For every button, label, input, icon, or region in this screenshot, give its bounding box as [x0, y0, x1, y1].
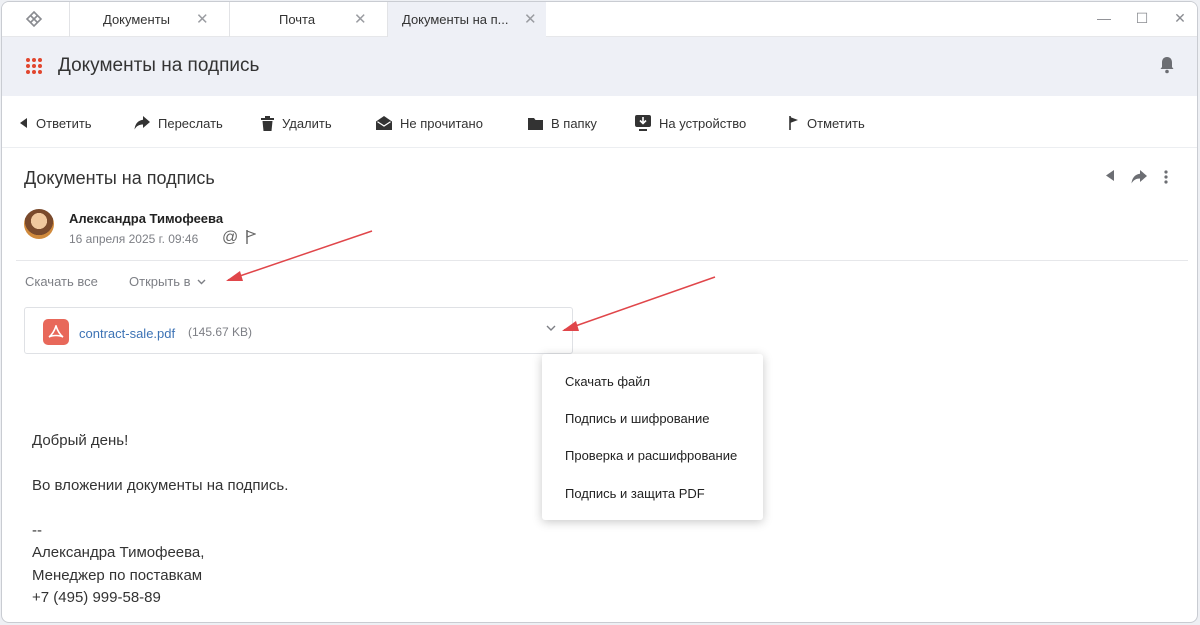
envelope-open-icon — [376, 116, 392, 130]
sent-date: 16 апреля 2025 г. 09:46 — [69, 232, 199, 246]
save-to-device-label: На устройство — [659, 115, 747, 131]
tab-documents[interactable]: Документы ✕ — [69, 2, 229, 37]
signature-separator: -- — [32, 522, 42, 539]
download-all-button[interactable]: Скачать все — [25, 274, 98, 289]
tab-signing-documents-label: Документы на п... — [402, 12, 509, 27]
move-to-folder-label: В папку — [551, 115, 597, 131]
menu-item-verify-decrypt[interactable]: Проверка и расшифрование — [565, 448, 737, 463]
reply-button[interactable]: Ответить — [20, 114, 92, 132]
reply-icon — [20, 118, 27, 128]
at-sign-icon[interactable]: @ — [222, 229, 238, 247]
bell-icon[interactable] — [1159, 56, 1175, 74]
chevron-down-icon[interactable] — [546, 325, 556, 332]
flag-button[interactable]: Отметить — [789, 114, 865, 132]
tab-mail-label: Почта — [279, 12, 316, 27]
mail-window: Документы ✕ Почта ✕ Документы на п... ✕ … — [1, 1, 1198, 623]
tab-close-icon[interactable]: ✕ — [196, 10, 209, 28]
mark-unread-label: Не прочитано — [400, 115, 483, 131]
body-greeting: Добрый день! — [32, 432, 129, 449]
folder-icon — [528, 117, 543, 130]
delete-button[interactable]: Удалить — [261, 114, 332, 132]
message-subject: Документы на подпись — [24, 168, 215, 188]
signature-phone: +7 (495) 999-58-89 — [32, 589, 161, 606]
maximize-icon[interactable]: ☐ — [1134, 10, 1150, 27]
page-header: Документы на подпись — [2, 37, 1197, 96]
divider — [16, 260, 1188, 261]
page-title: Документы на подпись — [58, 55, 260, 76]
avatar — [24, 209, 54, 239]
chevron-down-icon — [197, 279, 206, 284]
tab-signing-documents[interactable]: Документы на п... ✕ — [387, 2, 546, 37]
signature-name: Александра Тимофеева, — [32, 544, 205, 561]
tab-mail[interactable]: Почта ✕ — [229, 2, 387, 37]
flag-icon — [789, 116, 798, 130]
title-bar: Документы ✕ Почта ✕ Документы на п... ✕ … — [2, 2, 1197, 37]
close-window-icon[interactable]: ✕ — [1172, 10, 1188, 27]
forward-icon[interactable] — [1131, 170, 1147, 184]
flag-label: Отметить — [807, 115, 865, 131]
mark-unread-button[interactable]: Не прочитано — [376, 114, 483, 132]
attachment-file-name[interactable]: contract-sale.pdf — [79, 326, 175, 341]
reply-icon[interactable] — [1106, 170, 1115, 181]
forward-button[interactable]: Переслать — [134, 114, 223, 132]
signature-role: Менеджер по поставкам — [32, 567, 203, 584]
attachment-file-size: (145.67 KB) — [188, 325, 253, 339]
tab-close-icon[interactable]: ✕ — [354, 10, 367, 28]
tab-documents-label: Документы — [103, 12, 171, 27]
forward-icon — [134, 116, 150, 130]
tab-close-icon[interactable]: ✕ — [524, 10, 537, 28]
forward-label: Переслать — [158, 115, 223, 131]
download-to-device-icon — [635, 115, 651, 131]
apps-grid-icon[interactable] — [26, 58, 42, 74]
menu-item-sign-protect-pdf[interactable]: Подпись и защита PDF — [565, 486, 705, 501]
more-options-icon[interactable] — [1164, 170, 1168, 184]
attachment-actions-menu: Скачать файл Подпись и шифрование Провер… — [542, 354, 763, 520]
body-text: Во вложении документы на подпись. — [32, 477, 289, 494]
app-logo-icon — [25, 10, 43, 28]
menu-item-download-file[interactable]: Скачать файл — [565, 374, 650, 389]
sender-name[interactable]: Александра Тимофеева — [69, 211, 223, 226]
open-in-label: Открыть в — [129, 274, 191, 289]
move-to-folder-button[interactable]: В папку — [528, 114, 597, 132]
minimize-icon[interactable]: — — [1096, 10, 1112, 26]
trash-icon — [261, 115, 274, 131]
pdf-icon — [43, 319, 69, 345]
menu-item-sign-encrypt[interactable]: Подпись и шифрование — [565, 411, 709, 426]
reply-label: Ответить — [36, 115, 92, 131]
open-in-button[interactable]: Открыть в — [129, 274, 206, 289]
flag-icon[interactable] — [246, 230, 256, 244]
attachment-card[interactable]: contract-sale.pdf (145.67 KB) — [24, 307, 573, 354]
message-toolbar: Ответить Переслать Удалить Не прочитано … — [2, 96, 1197, 148]
delete-label: Удалить — [282, 115, 332, 131]
save-to-device-button[interactable]: На устройство — [635, 114, 746, 132]
